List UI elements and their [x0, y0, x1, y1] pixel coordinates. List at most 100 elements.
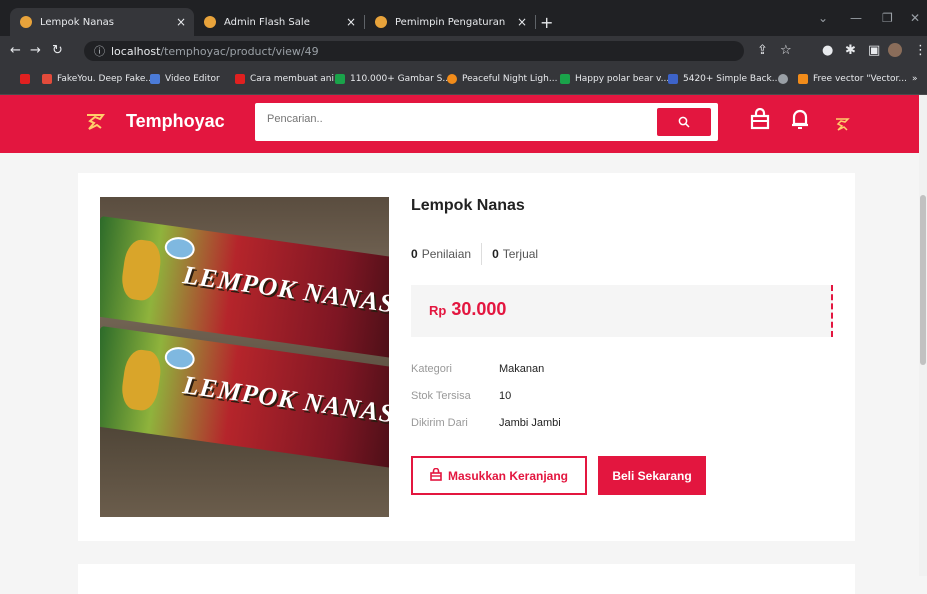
notification-bell-icon[interactable]	[790, 108, 810, 136]
product-title: Lempok Nanas	[411, 197, 525, 214]
reload-icon[interactable]: ↻	[52, 43, 63, 58]
forward-icon[interactable]: →	[30, 43, 41, 58]
sold-label: Terjual	[502, 247, 539, 261]
bookmark-item-video-editor[interactable]: Video Editor	[150, 74, 220, 84]
shopping-bag-icon	[430, 467, 442, 484]
free-vector-icon	[798, 74, 808, 84]
close-tab-icon[interactable]: ×	[176, 15, 186, 29]
bookmark-youtube-icon[interactable]	[20, 74, 35, 84]
search-input[interactable]	[267, 113, 647, 125]
price-currency: Rp	[429, 303, 447, 318]
browser-chrome: Lempok Nanas × Admin Flash Sale × Pemimp…	[0, 0, 927, 95]
bookmark-label: Cara membuat ani...	[250, 74, 343, 84]
bookmark-label: FakeYou. Deep Fake...	[57, 74, 154, 84]
bookmark-item-polar-bear[interactable]: Happy polar bear v...	[560, 74, 669, 84]
product-description-card	[78, 564, 855, 594]
pineapple-graphic	[119, 347, 164, 413]
video-editor-icon	[150, 74, 160, 84]
bookmark-item-cara-membuat[interactable]: Cara membuat ani...	[235, 74, 343, 84]
product-stats: 0 Penilaian 0 Terjual	[411, 243, 538, 265]
tab-favicon-icon	[375, 16, 387, 28]
extensions-puzzle-icon[interactable]: ✱	[845, 43, 856, 58]
detail-value: 10	[499, 390, 512, 402]
shopping-bag-icon[interactable]	[750, 107, 770, 136]
bookmark-item-free-vector[interactable]: Free vector "Vector...	[798, 74, 907, 84]
product-price: Rp 30.000	[429, 299, 506, 320]
menu-kebab-icon[interactable]: ⋮	[914, 43, 927, 58]
search-button[interactable]	[657, 108, 711, 136]
detail-key: Kategori	[411, 363, 452, 375]
tab-lempok-nanas[interactable]: Lempok Nanas ×	[10, 8, 194, 36]
polar-bear-icon	[560, 74, 570, 84]
profile-avatar[interactable]	[888, 43, 902, 57]
package-label: LEMPOK NANAS	[181, 260, 389, 319]
bookmark-label: Free vector "Vector...	[813, 74, 907, 84]
bookmark-label: Happy polar bear v...	[575, 74, 670, 84]
close-tab-icon[interactable]: ×	[346, 15, 356, 29]
price-value: 30.000	[451, 299, 507, 319]
tab-favicon-icon	[204, 16, 216, 28]
detail-value: Jambi Jambi	[499, 417, 561, 429]
package-badge	[163, 345, 197, 372]
url-field[interactable]: ⓘ localhost /temphoyac/product/view/49	[84, 41, 744, 61]
user-avatar[interactable]	[834, 113, 850, 138]
site-info-icon[interactable]: ⓘ	[94, 43, 105, 59]
buy-now-button[interactable]: Beli Sekarang	[598, 456, 706, 495]
more-bookmarks-icon[interactable]: »	[912, 74, 918, 84]
ratings-count: 0	[411, 247, 418, 261]
add-to-cart-label: Masukkan Keranjang	[447, 468, 569, 483]
close-window-icon[interactable]: ✕	[910, 11, 920, 25]
bookmark-label: 110.000+ Gambar S...	[350, 74, 451, 84]
search-box	[255, 103, 718, 141]
add-to-cart-button[interactable]: Masukkan Keranjang	[411, 456, 587, 495]
site-header: Temphoyac	[0, 95, 927, 153]
tab-divider	[535, 15, 536, 29]
peaceful-night-icon	[447, 74, 457, 84]
close-tab-icon[interactable]: ×	[517, 15, 527, 29]
tab-bar: Lempok Nanas × Admin Flash Sale × Pemimp…	[0, 0, 927, 36]
pineapple-graphic	[119, 237, 164, 303]
tab-admin-flash-sale[interactable]: Admin Flash Sale ×	[194, 8, 364, 36]
bookmark-label: Peaceful Night Ligh...	[462, 74, 558, 84]
sold-count: 0	[492, 247, 499, 261]
brand-name[interactable]: Temphoyac	[126, 111, 225, 132]
bookmark-globe-icon[interactable]	[778, 74, 793, 84]
minimize-icon[interactable]: —	[850, 11, 862, 25]
url-path: /temphoyac/product/view/49	[160, 44, 319, 58]
tab-title: Lempok Nanas	[40, 16, 115, 28]
restore-icon[interactable]: ❐	[882, 11, 893, 25]
tab-search-icon[interactable]: ⌄	[818, 11, 828, 25]
side-panel-icon[interactable]: ▣	[868, 43, 880, 58]
simple-back-icon	[668, 74, 678, 84]
youtube-icon	[235, 74, 245, 84]
new-tab-button[interactable]: +	[540, 13, 553, 32]
address-bar-row: ← → ↻ ⓘ localhost /temphoyac/product/vie…	[0, 36, 927, 66]
fakeyou-icon	[42, 74, 52, 84]
back-icon[interactable]: ←	[10, 43, 21, 58]
detail-value: Makanan	[499, 363, 545, 375]
page-scrollbar[interactable]	[919, 95, 927, 576]
ratings-label: Penilaian	[421, 247, 472, 261]
bookmark-star-icon[interactable]: ☆	[780, 43, 792, 58]
price-box: Rp 30.000	[411, 285, 833, 337]
tab-title: Admin Flash Sale	[224, 16, 310, 28]
bookmark-label: 5420+ Simple Back...	[683, 74, 781, 84]
bookmark-item-gambar[interactable]: 110.000+ Gambar S...	[335, 74, 451, 84]
bookmark-item-simple-back[interactable]: 5420+ Simple Back...	[668, 74, 780, 84]
bookmark-label: Video Editor	[165, 74, 220, 84]
bookmark-item-peaceful-night[interactable]: Peaceful Night Ligh...	[447, 74, 557, 84]
extension-record-icon[interactable]: ●	[822, 43, 833, 58]
product-image[interactable]: LEMPOK NANAS LEMPOK NANAS	[100, 197, 389, 517]
bookmark-item-fakeyou[interactable]: FakeYou. Deep Fake...	[42, 74, 154, 84]
share-icon[interactable]: ⇪	[757, 43, 768, 58]
search-icon	[678, 116, 690, 128]
scrollbar-thumb[interactable]	[920, 195, 926, 365]
bookmarks-bar: FakeYou. Deep Fake... Video Editor Cara …	[0, 66, 927, 95]
brand-logo-icon[interactable]	[84, 110, 106, 137]
url-host: localhost	[111, 44, 161, 58]
package-badge	[163, 235, 197, 262]
tab-title: Pemimpin Pengaturan	[395, 16, 506, 28]
detail-key: Dikirim Dari	[411, 417, 468, 429]
detail-key: Stok Tersisa	[411, 390, 471, 402]
tab-pemimpin-pengaturan[interactable]: Pemimpin Pengaturan ×	[365, 8, 535, 36]
